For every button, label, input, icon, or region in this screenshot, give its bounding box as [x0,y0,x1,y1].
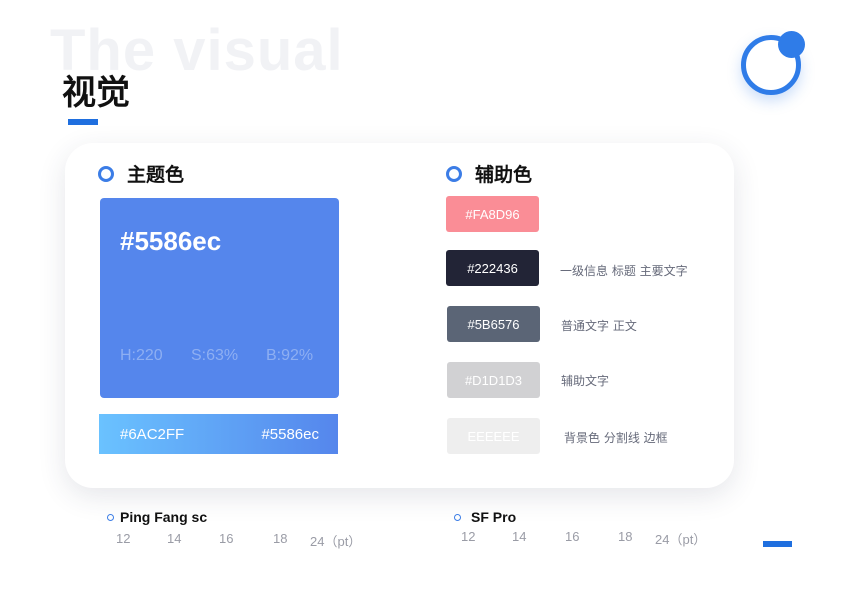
font-size-value: 12 [461,529,476,544]
font-size-value: 16 [565,529,580,544]
font-size-value: 18 [618,529,633,544]
swatch-hex-label: #D1D1D3 [464,372,523,388]
secondary-section-header: 辅助色 [446,160,532,187]
swatch-usage-label: 一级信息 标题 主要文字 [560,264,688,278]
secondary-swatch-pink: #FA8D96 [446,196,539,232]
font-sfpro-header: SF Pro [454,509,516,525]
ring-bullet-icon [446,165,462,182]
ring-bullet-icon [454,513,461,521]
hue-value: H:220 [120,347,163,364]
secondary-swatch-gray: #5B6576 [447,306,540,342]
primary-hex-label: #5586ec [120,226,222,256]
brightness-value: B:92% [266,347,314,364]
font-size-value: 14 [512,529,527,544]
font-size-value: 24（pt） [310,534,362,549]
secondary-section-title: 辅助色 [475,164,533,186]
primary-section-header: 主题色 [98,160,184,187]
font-size-value: 16 [219,531,234,546]
font-size-value: 12 [116,531,131,546]
font-size-value: 18 [273,531,288,546]
swatch-usage-label: 背景色 分割线 边框 [564,431,668,445]
font-pingfang-header: Ping Fang sc [107,509,207,525]
primary-gradient-bar: #6AC2FF #5586ec [99,414,338,454]
font-size-value: 14 [167,531,182,546]
gradient-end-hex: #5586ec [261,425,319,443]
page-title: 视觉 [62,73,130,113]
ring-bullet-icon [98,165,114,182]
swatch-hex-label: EEEEEE [467,428,520,444]
ring-bullet-icon [107,513,114,521]
swatch-usage-label: 辅助文字 [561,374,610,388]
title-underline [68,119,98,125]
swatch-hex-label: #FA8D96 [465,206,520,222]
secondary-swatch-light-gray: #D1D1D3 [447,362,540,398]
primary-section-title: 主题色 [127,164,185,186]
gradient-start-hex: #6AC2FF [120,425,185,443]
primary-color-swatch: #5586ec H:220 S:63% B:92% [100,198,339,398]
font-name-label: Ping Fang sc [120,509,208,525]
font-name-label: SF Pro [471,509,517,525]
saturation-value: S:63% [191,347,239,364]
decorative-dot-icon [778,31,805,58]
swatch-usage-label: 普通文字 正文 [561,319,637,333]
corner-accent-bar [763,541,792,547]
swatch-hex-label: #222436 [467,260,518,276]
secondary-swatch-background: EEEEEE [447,418,540,454]
font-size-value: 24（pt） [655,532,707,547]
background-watermark-title: The visual [50,18,344,83]
secondary-swatch-dark: #222436 [446,250,539,286]
swatch-hex-label: #5B6576 [467,316,520,332]
